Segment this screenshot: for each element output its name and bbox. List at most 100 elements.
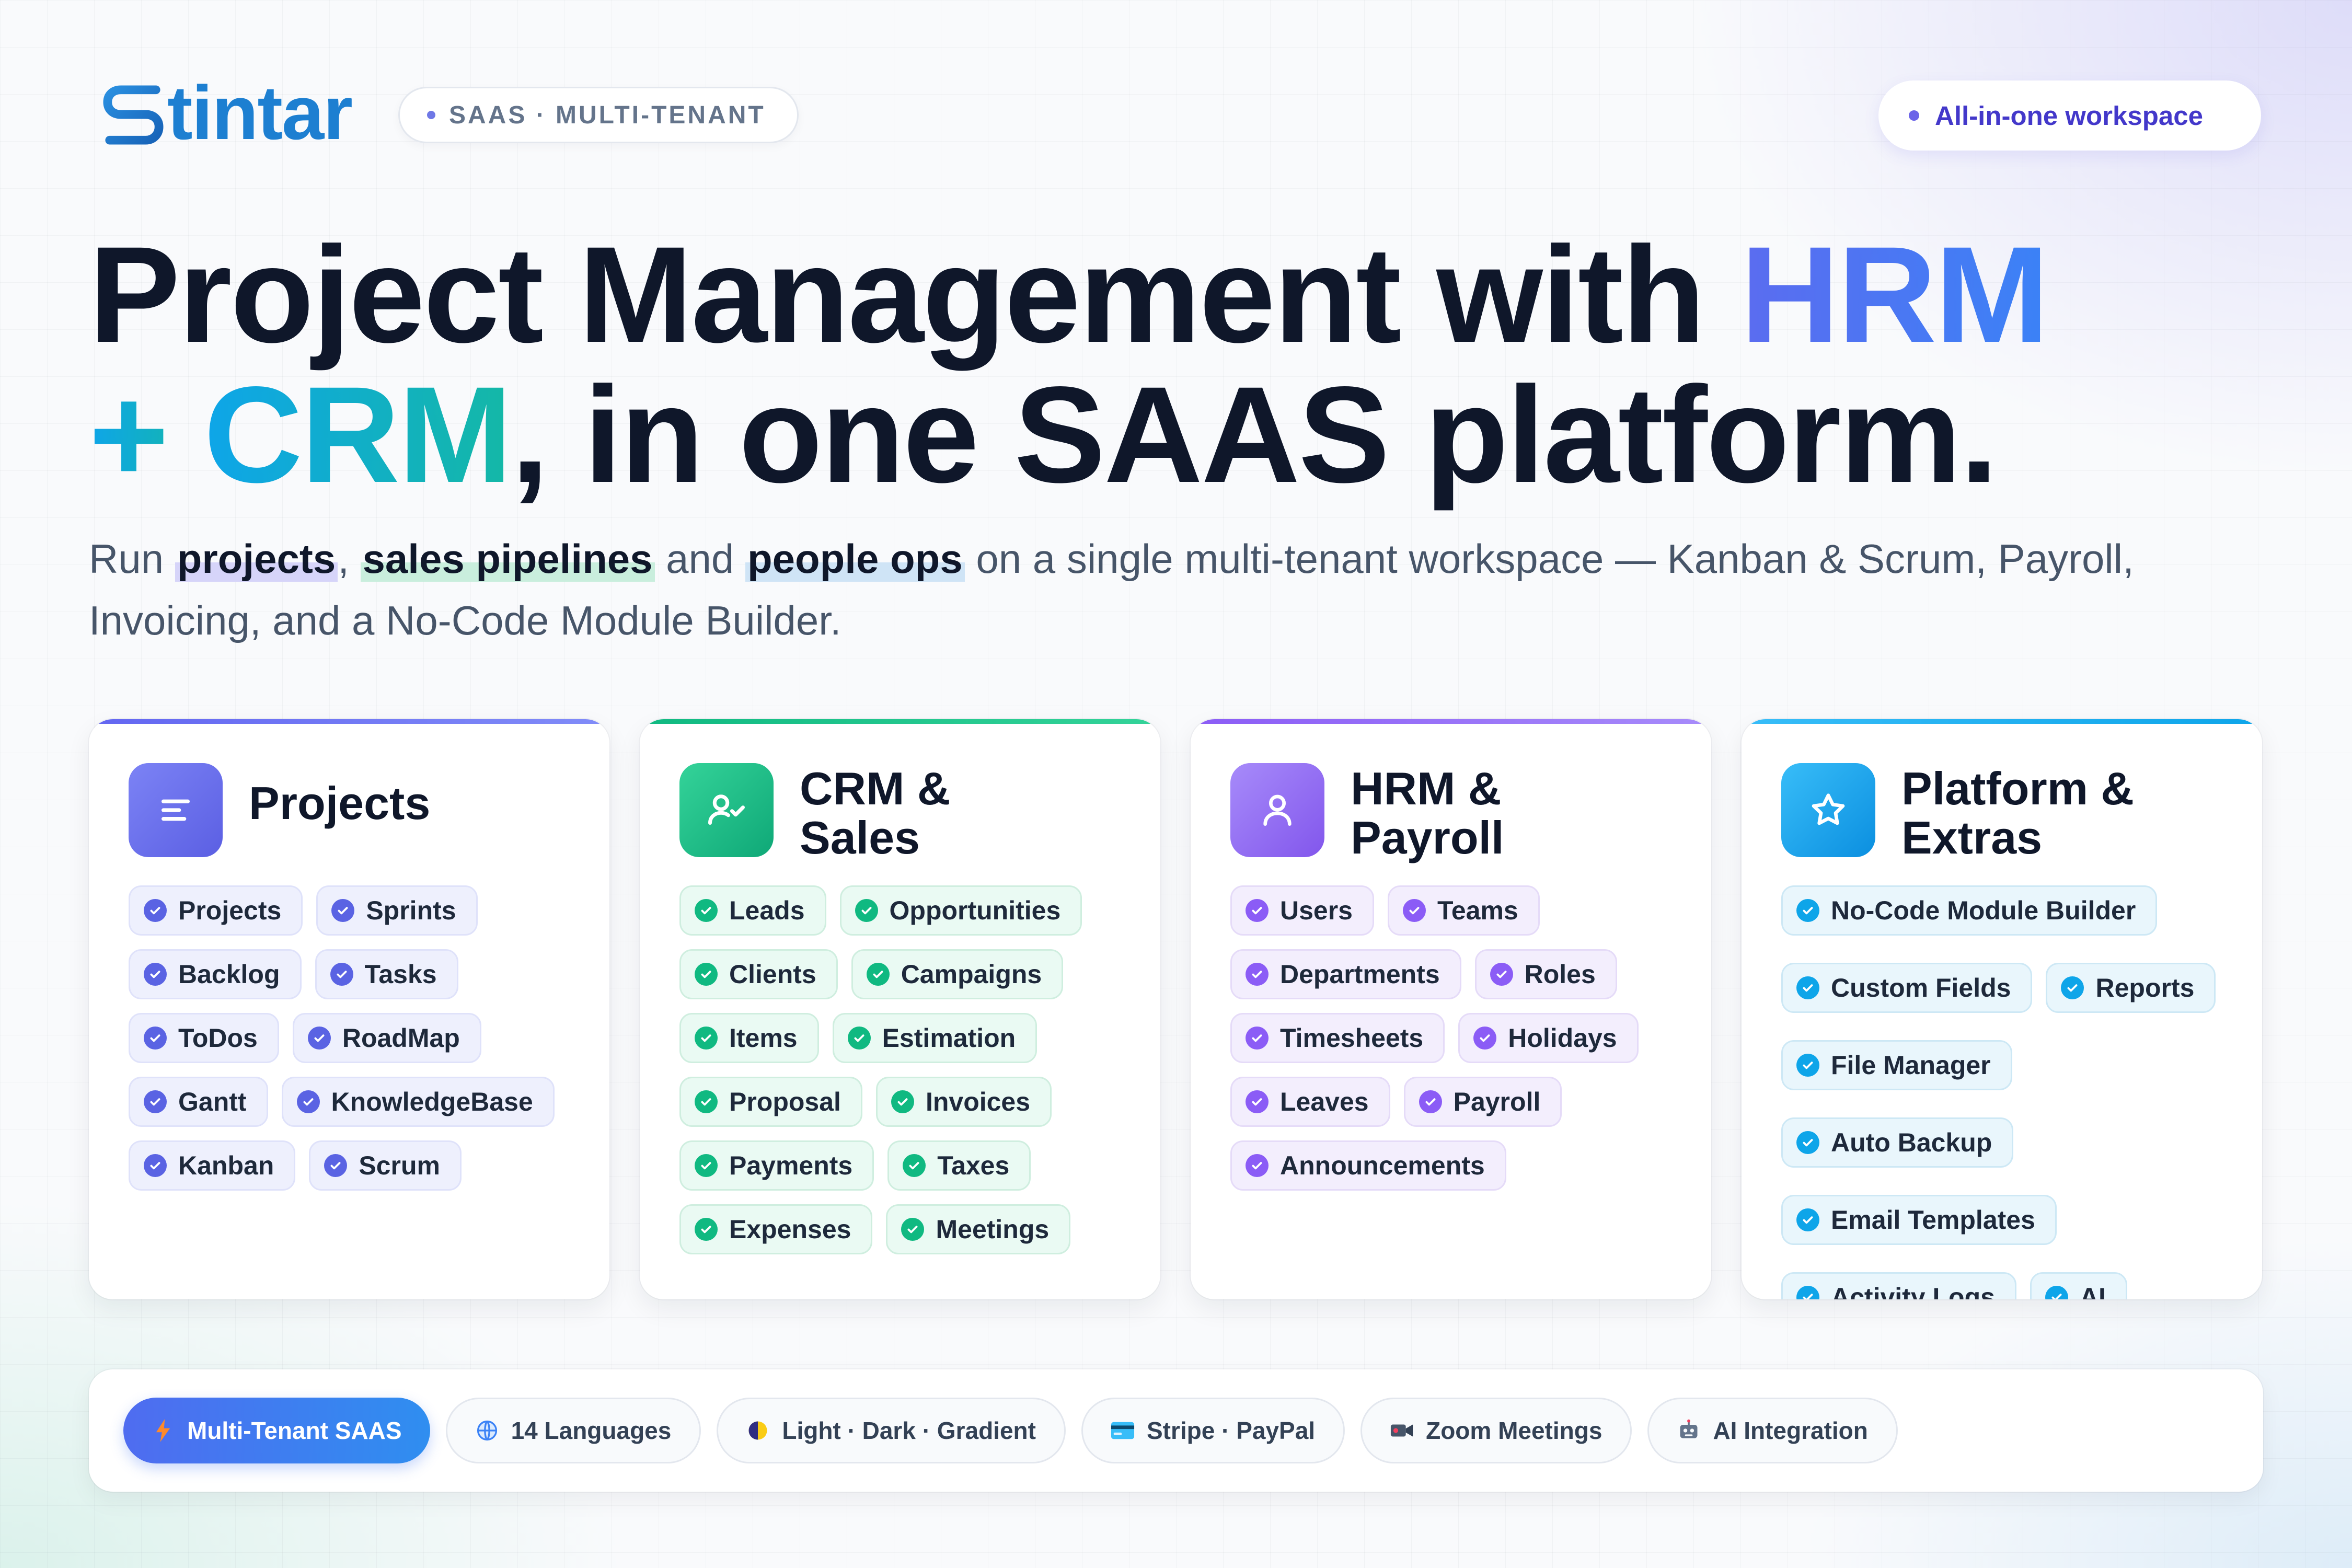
check-icon bbox=[144, 1154, 167, 1177]
chip-sprints[interactable]: Sprints bbox=[316, 885, 478, 936]
check-icon bbox=[1246, 1027, 1269, 1050]
video-camera-icon bbox=[1389, 1418, 1414, 1443]
chip-label: Projects bbox=[178, 896, 282, 925]
chip-taxes[interactable]: Taxes bbox=[887, 1140, 1031, 1191]
chip-label: Taxes bbox=[937, 1151, 1010, 1180]
check-icon bbox=[2045, 1286, 2068, 1299]
chip-no-code-module-builder[interactable]: No-Code Module Builder bbox=[1781, 885, 2158, 936]
check-icon bbox=[144, 963, 167, 986]
chip-label: Leaves bbox=[1280, 1087, 1369, 1116]
chip-proposal[interactable]: Proposal bbox=[679, 1077, 862, 1127]
chip-users[interactable]: Users bbox=[1230, 885, 1374, 936]
feature-ai[interactable]: AI Integration bbox=[1647, 1398, 1898, 1463]
chip-label: Opportunities bbox=[889, 896, 1061, 925]
chip-items[interactable]: Items bbox=[679, 1013, 819, 1063]
chip-label: Gantt bbox=[178, 1087, 247, 1116]
chip-meetings[interactable]: Meetings bbox=[886, 1204, 1071, 1254]
page-title: Project Management with HRM + CRM, in one… bbox=[89, 225, 2284, 505]
chip-label: Email Templates bbox=[1831, 1205, 2035, 1235]
chip-campaigns[interactable]: Campaigns bbox=[851, 949, 1064, 999]
chip-scrum[interactable]: Scrum bbox=[309, 1140, 462, 1191]
headline-part3: , in one SAAS platform. bbox=[511, 358, 1998, 511]
check-icon bbox=[1490, 963, 1513, 986]
chip-label: Custom Fields bbox=[1831, 973, 2011, 1002]
check-icon bbox=[866, 963, 890, 986]
feature-themes[interactable]: Light · Dark · Gradient bbox=[717, 1398, 1066, 1463]
chip-ai[interactable]: AI bbox=[2030, 1272, 2127, 1299]
feature-label: Zoom Meetings bbox=[1426, 1417, 1602, 1444]
chip-tasks[interactable]: Tasks bbox=[315, 949, 458, 999]
chip-holidays[interactable]: Holidays bbox=[1458, 1013, 1639, 1063]
chip-expenses[interactable]: Expenses bbox=[679, 1204, 873, 1254]
card-title: Platform & Extras bbox=[1901, 763, 2134, 863]
chip-todos[interactable]: ToDos bbox=[129, 1013, 279, 1063]
chip-activity-logs[interactable]: Activity Logs bbox=[1781, 1272, 2016, 1299]
card-platform-extras: Platform & Extras No-Code Module Builder… bbox=[1742, 719, 2262, 1299]
chip-opportunities[interactable]: Opportunities bbox=[839, 885, 1082, 936]
feature-payments[interactable]: Stripe · PayPal bbox=[1081, 1398, 1345, 1463]
check-icon bbox=[695, 1090, 718, 1113]
tag-pill: SAAS · MULTI-TENANT bbox=[398, 87, 799, 143]
headline-hrm: HRM bbox=[1740, 218, 2049, 371]
chip-label: Users bbox=[1280, 896, 1353, 925]
chip-gantt[interactable]: Gantt bbox=[129, 1077, 268, 1127]
chip-kanban[interactable]: Kanban bbox=[129, 1140, 296, 1191]
chip-leads[interactable]: Leads bbox=[679, 885, 826, 936]
feature-chip-row: Multi-Tenant SAAS 14 Languages Light · D… bbox=[123, 1398, 1898, 1463]
chip-departments[interactable]: Departments bbox=[1230, 949, 1461, 999]
feature-languages[interactable]: 14 Languages bbox=[445, 1398, 701, 1463]
dot-icon bbox=[427, 111, 435, 119]
dot-icon bbox=[1909, 110, 1919, 121]
chip-payroll[interactable]: Payroll bbox=[1403, 1077, 1562, 1127]
check-icon bbox=[695, 1154, 718, 1177]
chip-auto-backup[interactable]: Auto Backup bbox=[1781, 1117, 2014, 1168]
user-icon bbox=[1230, 763, 1324, 857]
card-crm-sales: CRM & Sales Leads Opportunities Clients … bbox=[640, 719, 1160, 1299]
chip-roadmap[interactable]: RoadMap bbox=[292, 1013, 481, 1063]
card-accent-bar bbox=[1742, 719, 2262, 724]
chip-label: Proposal bbox=[729, 1087, 841, 1116]
brand-logo[interactable]: tintar bbox=[102, 70, 353, 155]
chip-label: No-Code Module Builder bbox=[1831, 896, 2136, 925]
chip-payments[interactable]: Payments bbox=[679, 1140, 874, 1191]
chip-leaves[interactable]: Leaves bbox=[1230, 1077, 1390, 1127]
chip-reports[interactable]: Reports bbox=[2046, 963, 2216, 1013]
chip-roles[interactable]: Roles bbox=[1474, 949, 1617, 999]
check-icon bbox=[330, 963, 353, 986]
chip-custom-fields[interactable]: Custom Fields bbox=[1781, 963, 2033, 1013]
chip-file-manager[interactable]: File Manager bbox=[1781, 1040, 2012, 1090]
feature-bar: Multi-Tenant SAAS 14 Languages Light · D… bbox=[89, 1369, 2263, 1492]
chip-projects[interactable]: Projects bbox=[129, 885, 303, 936]
card-title: Projects bbox=[249, 777, 431, 829]
chip-label: Scrum bbox=[359, 1151, 440, 1180]
chip-teams[interactable]: Teams bbox=[1388, 885, 1540, 936]
chip-clients[interactable]: Clients bbox=[679, 949, 838, 999]
feature-zoom[interactable]: Zoom Meetings bbox=[1361, 1398, 1632, 1463]
feature-label: Light · Dark · Gradient bbox=[782, 1417, 1036, 1444]
chip-label: Teams bbox=[1437, 896, 1518, 925]
check-icon bbox=[1246, 1154, 1269, 1177]
chip-announcements[interactable]: Announcements bbox=[1230, 1140, 1506, 1191]
robot-icon bbox=[1676, 1418, 1701, 1443]
chip-invoices[interactable]: Invoices bbox=[875, 1077, 1052, 1127]
chip-timesheets[interactable]: Timesheets bbox=[1230, 1013, 1445, 1063]
lightning-icon bbox=[151, 1418, 176, 1443]
chip-label: Sprints bbox=[366, 896, 456, 925]
brand-name: tintar bbox=[167, 70, 353, 155]
feature-label: Multi-Tenant SAAS bbox=[187, 1417, 402, 1444]
workspace-badge[interactable]: All-in-one workspace bbox=[1878, 80, 2261, 151]
chip-email-templates[interactable]: Email Templates bbox=[1781, 1195, 2057, 1245]
chip-backlog[interactable]: Backlog bbox=[129, 949, 302, 999]
half-moon-icon bbox=[745, 1418, 770, 1443]
card-accent-bar bbox=[640, 719, 1160, 724]
headline-part1: Project Management with bbox=[89, 218, 1740, 371]
check-icon bbox=[1796, 1131, 1819, 1154]
check-icon bbox=[307, 1027, 331, 1050]
check-icon bbox=[296, 1090, 320, 1113]
check-icon bbox=[847, 1027, 871, 1050]
chip-knowledgebase[interactable]: KnowledgeBase bbox=[281, 1077, 555, 1127]
feature-multi-tenant[interactable]: Multi-Tenant SAAS bbox=[123, 1398, 430, 1463]
chip-label: Departments bbox=[1280, 960, 1440, 989]
chip-estimation[interactable]: Estimation bbox=[832, 1013, 1037, 1063]
chip-label: ToDos bbox=[178, 1023, 258, 1053]
